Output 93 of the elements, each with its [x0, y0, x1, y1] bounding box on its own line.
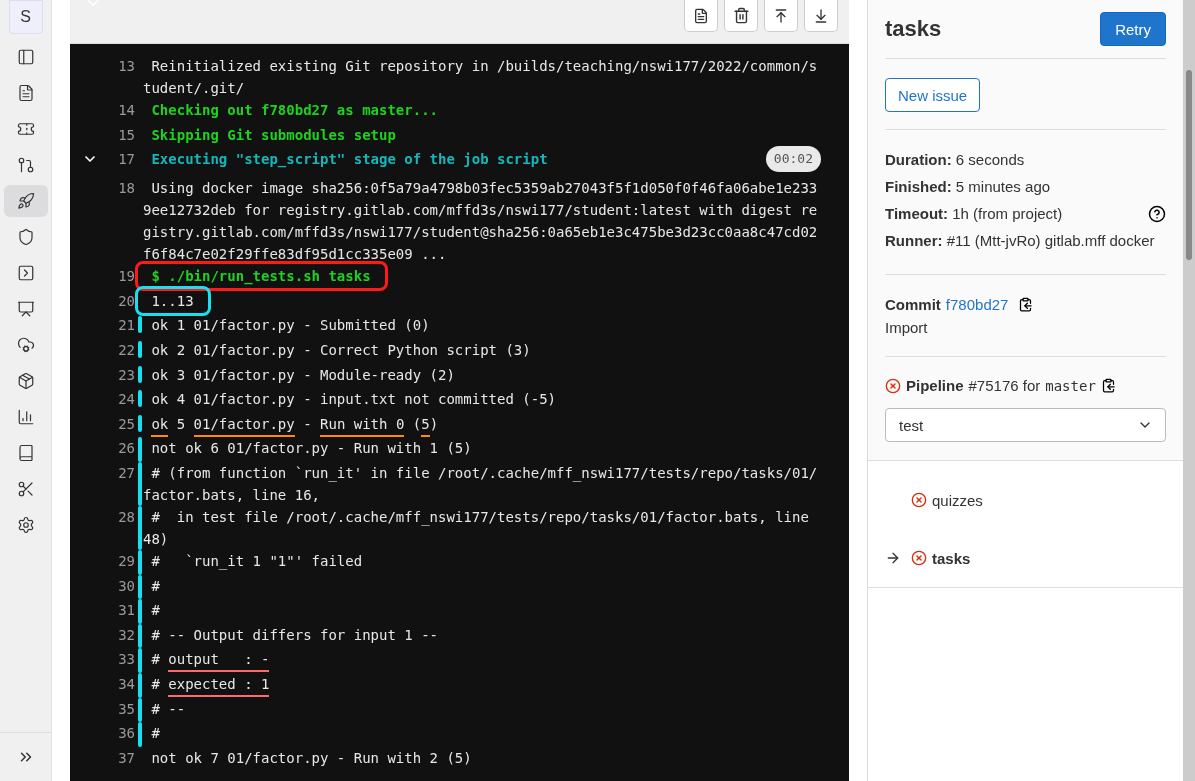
ticket-icon — [16, 120, 35, 138]
line-number: 29 — [117, 551, 135, 571]
line-number: 20 — [117, 291, 135, 311]
job-item[interactable]: quizzes — [868, 471, 1183, 529]
line-number: 23 — [117, 365, 135, 385]
job-item[interactable]: tasks — [868, 529, 1183, 587]
job-detail: Runner: #11 (Mtt-jvRo) gitlab.mff docker — [885, 231, 1155, 250]
arrow-icon — [885, 550, 901, 566]
line-number: 34 — [117, 674, 135, 694]
rocket-icon — [16, 192, 35, 210]
job-detail: Duration: 6 seconds — [885, 150, 1025, 169]
merge-request-icon — [16, 156, 35, 174]
log-line: # in test file /root/.cache/mff_nswi177/tests/repo/tasks/01/factor.bats, line 48) — [143, 507, 810, 549]
line-number: 28 — [117, 507, 135, 527]
log-line: # -- — [150, 699, 186, 719]
log-line: # expected : 1 — [143, 672, 270, 695]
log-line: not ok 7 01/factor.py - Run with 2 (5) — [150, 748, 472, 768]
scissors-icon — [16, 480, 35, 498]
terminal-icon — [16, 264, 35, 282]
log-line: # (from function `run_it' in file /root/.cache/mff_nswi177/tests/repo/tasks/01/factor.bats, line 16, — [143, 463, 819, 505]
line-number: 36 — [117, 724, 135, 744]
stage-select[interactable]: test — [885, 408, 1166, 442]
line-number: 26 — [117, 439, 135, 459]
commit-label: Commit — [885, 296, 941, 313]
pipeline-number: #75176 for — [968, 377, 1041, 394]
copy-icon[interactable] — [1018, 297, 1034, 312]
erase-button[interactable] — [724, 0, 758, 32]
copy-icon[interactable] — [1100, 378, 1116, 393]
document-icon — [693, 7, 709, 24]
line-number: 13 — [117, 57, 135, 76]
job-title: tasks — [885, 16, 942, 42]
branch-name: master — [1045, 377, 1096, 394]
shield-icon — [16, 228, 35, 246]
log-line: ok 5 01/factor.py - Run with 0 (5) — [143, 412, 439, 435]
outlined-log-line: 1..13 — [135, 285, 211, 316]
package-icon — [16, 372, 35, 390]
line-number: 27 — [117, 463, 135, 483]
settings-icon — [16, 516, 35, 534]
line-number: 19 — [117, 267, 135, 287]
line-number: 24 — [117, 390, 135, 410]
scroll-bottom-button[interactable] — [804, 0, 838, 32]
line-number: 25 — [117, 414, 135, 434]
book-icon — [16, 444, 35, 462]
log-line: Checking out f780bd27 as master... — [150, 101, 438, 120]
trash-icon — [732, 7, 750, 24]
panel-icon — [16, 48, 35, 66]
raw-log-button[interactable] — [684, 0, 718, 32]
line-number: 15 — [117, 125, 135, 145]
new-issue-button[interactable]: New issue — [885, 78, 981, 112]
line-number: 17 — [117, 150, 135, 170]
retry-button[interactable]: Retry — [1100, 12, 1166, 46]
line-number: 33 — [117, 650, 135, 670]
commit-link[interactable]: f780bd27 — [945, 296, 1009, 313]
arrow-down-icon — [813, 7, 829, 24]
job-detail: Timeout: 1h (from project) — [885, 204, 1063, 223]
help-icon[interactable] — [1148, 204, 1166, 223]
log-line: # — [150, 601, 160, 621]
log-line: # — [150, 576, 160, 596]
scroll-top-button[interactable] — [764, 0, 798, 32]
line-number: 35 — [117, 699, 135, 719]
line-number: 21 — [117, 316, 135, 336]
log-line: ok 1 01/factor.py - Submitted (0) — [150, 316, 430, 336]
cloud-gear-icon — [16, 336, 35, 354]
log-line: # — [150, 724, 160, 744]
log-line: ok 3 01/factor.py - Module-ready (2) — [150, 365, 455, 385]
log-line: Skipping Git submodules setup — [150, 125, 396, 145]
duration-badge: 00:02 — [765, 146, 821, 173]
pipeline-label: Pipeline — [906, 377, 964, 394]
log-line: Reinitialized existing Git repository in /builds/teaching/nswi177/2022/common/student/.git/ — [143, 57, 819, 98]
log-line: ok 2 01/factor.py - Correct Python script (3) — [150, 340, 531, 360]
log-line: # output : - — [143, 648, 270, 671]
log-line: ok 4 01/factor.py - input.txt not committed (-5) — [150, 390, 556, 410]
line-number: 32 — [117, 625, 135, 645]
scrollbar-thumb[interactable] — [1186, 70, 1192, 260]
log-line: Executing "step_script" stage of the job script — [150, 150, 548, 170]
line-number: 31 — [117, 601, 135, 621]
presentation-icon — [16, 300, 35, 318]
log-line: # -- Output differs for input 1 -- — [150, 625, 438, 645]
line-number: 22 — [117, 340, 135, 360]
log-line: # `run_it 1 "1"' failed — [150, 551, 363, 572]
line-number: 14 — [117, 101, 135, 120]
project-avatar[interactable]: S — [8, 0, 43, 34]
bar-chart-icon — [16, 408, 35, 426]
line-number: 37 — [117, 748, 135, 768]
sidebar-item[interactable] — [3, 185, 48, 217]
commit-message: Import — [885, 319, 928, 336]
log-line: not ok 6 01/factor.py - Run with 1 (5) — [150, 439, 472, 459]
document-icon — [16, 84, 35, 102]
line-number: 18 — [117, 179, 135, 199]
line-number: 30 — [117, 576, 135, 596]
job-detail: Finished: 5 minutes ago — [885, 177, 1051, 196]
arrow-up-icon — [773, 7, 789, 24]
outlined-log-line: $ ./bin/run_tests.sh tasks — [135, 261, 388, 292]
